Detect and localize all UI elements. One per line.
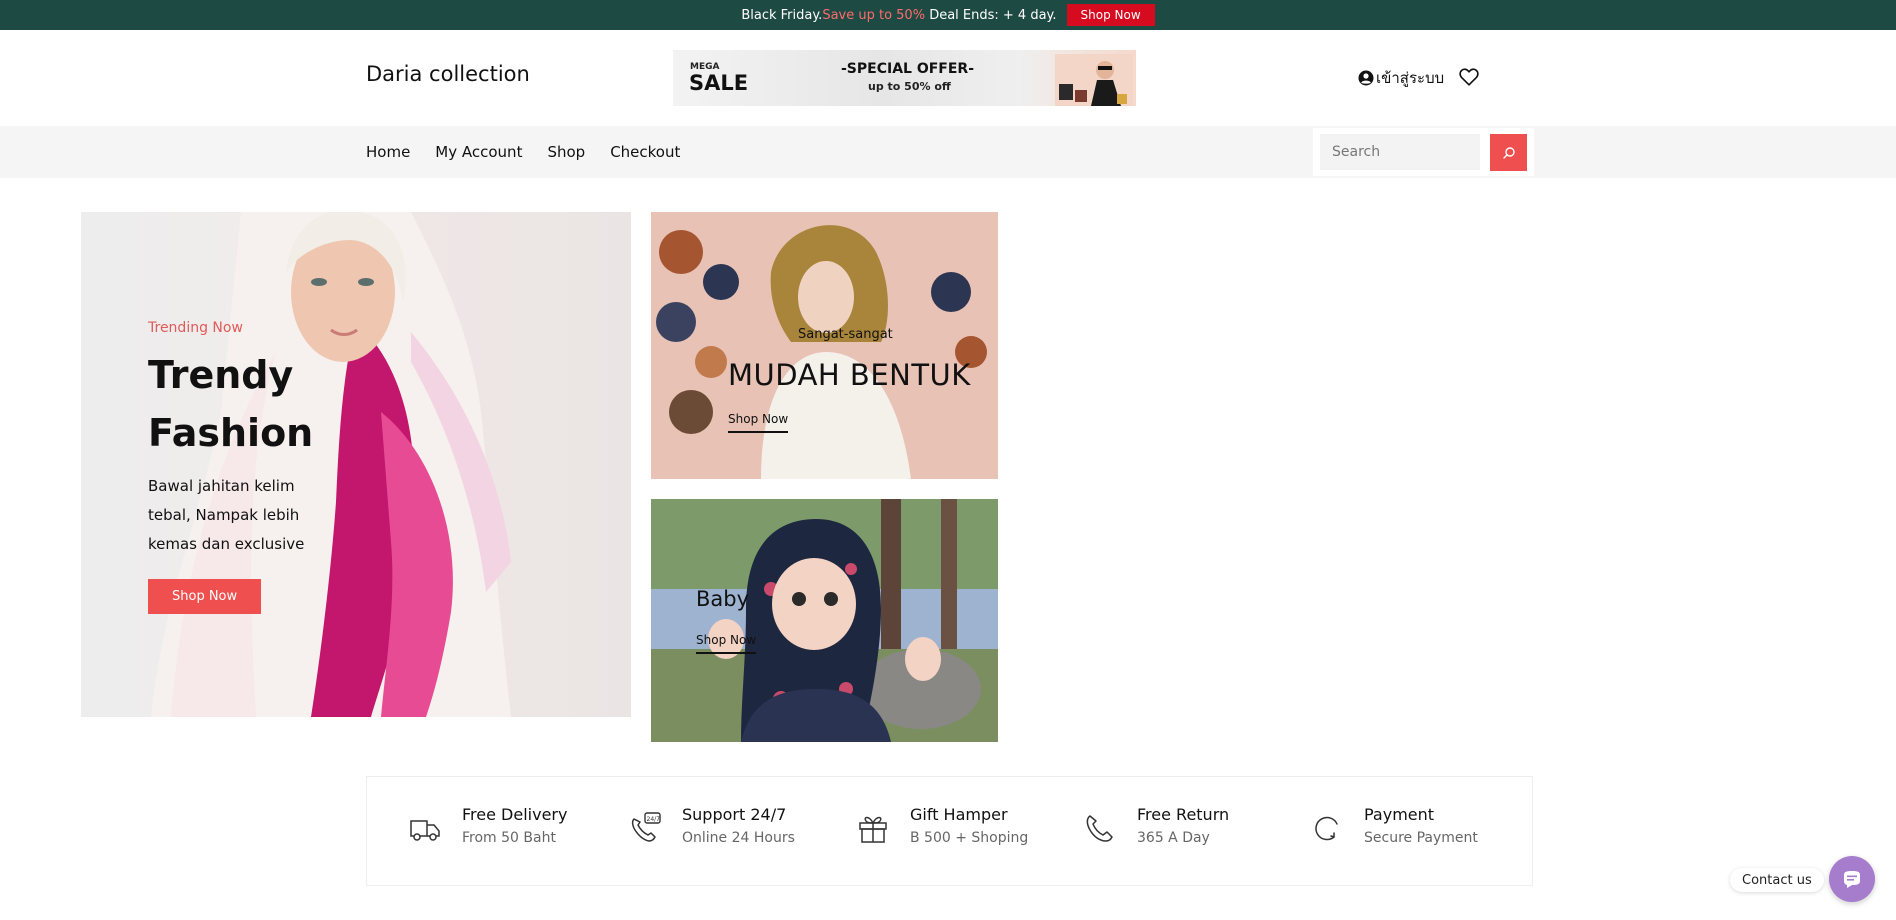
hero-title: Trendy Fashion (148, 353, 314, 455)
feature-subtitle: From 50 Baht (462, 830, 556, 846)
site-logo[interactable]: Daria collection (366, 62, 530, 86)
promo-sale: Save up to 50% (822, 7, 926, 23)
hero-tag: Trending Now (148, 320, 243, 336)
feature-support: 24/7 Support 24/7 Online 24 Hours (628, 805, 795, 846)
contact-chat-button[interactable] (1829, 856, 1875, 902)
contact-us-label[interactable]: Contact us (1730, 868, 1824, 892)
feature-title: Gift Hamper (910, 805, 1008, 824)
support-phone-icon: 24/7 (631, 812, 661, 842)
hero-text-block: Trending Now Trendy Fashion Bawal jahita… (148, 320, 348, 614)
feature-free-delivery: Free Delivery From 50 Baht (408, 805, 567, 846)
search-form (1313, 128, 1534, 176)
promo-shop-now-button[interactable]: Shop Now (1066, 4, 1155, 26)
banner-offer: up to 50% off (868, 80, 951, 93)
feature-title: Payment (1364, 805, 1435, 824)
banner-special-offer: -SPECIAL OFFER- (841, 61, 975, 77)
feature-title: Free Delivery (462, 805, 568, 824)
main-navigation: Home My Account Shop Checkout (0, 126, 1896, 178)
login-label: เข้าสู่ระบบ (1376, 69, 1445, 87)
hero-description: Bawal jahitan kelim tebal, Nampak lebih … (148, 477, 305, 553)
card-shop-now-link[interactable]: Shop Now (728, 412, 789, 433)
features-strip: Free Delivery From 50 Baht 24/7 Support … (366, 776, 1533, 886)
card-subtitle: Sangat-sangat (798, 327, 893, 342)
truck-icon (410, 820, 440, 841)
banner-sale: SALE (689, 71, 749, 95)
banner-model-image (1055, 54, 1133, 106)
hero-shop-now-button[interactable]: Shop Now (148, 579, 262, 614)
card-title: MUDAH BENTUK (728, 358, 971, 392)
card-title: Baby (696, 587, 750, 611)
search-input[interactable] (1320, 134, 1480, 170)
user-circle-icon (1358, 70, 1374, 86)
nav-item-home[interactable]: Home (366, 143, 410, 161)
search-button[interactable] (1490, 134, 1527, 171)
chat-icon (1844, 871, 1860, 888)
hero-banner: Trending Now Trendy Fashion Bawal jahita… (81, 212, 631, 717)
search-icon (1502, 146, 1515, 159)
promo-card-mudah-bentuk[interactable]: Sangat-sangat MUDAH BENTUK Shop Now (651, 212, 998, 479)
card-shop-now-link[interactable]: Shop Now (696, 633, 757, 654)
mega-sale-banner[interactable]: MEGA SALE -SPECIAL OFFER- up to 50% off (673, 50, 1136, 106)
refresh-icon (1315, 816, 1338, 841)
login-link[interactable]: เข้าสู่ระบบ (1358, 66, 1444, 90)
feature-payment: Payment Secure Payment (1310, 805, 1478, 846)
card-model-image (651, 212, 998, 479)
phone-icon (1086, 815, 1113, 842)
feature-subtitle: 365 A Day (1137, 830, 1210, 846)
nav-item-shop[interactable]: Shop (547, 143, 585, 161)
feature-subtitle: Secure Payment (1364, 830, 1478, 846)
gift-icon (859, 816, 887, 843)
promo-bar: Black Friday. Save up to 50% Deal Ends: +… (0, 0, 1896, 30)
promo-card-baby[interactable]: Baby Shop Now (651, 499, 998, 742)
wishlist-heart-icon[interactable] (1458, 66, 1480, 88)
feature-title: Support 24/7 (682, 805, 787, 824)
feature-subtitle: Online 24 Hours (682, 830, 795, 846)
feature-title: Free Return (1137, 805, 1230, 824)
promo-deal: Deal Ends: + 4 day. (925, 7, 1057, 23)
nav-item-my-account[interactable]: My Account (435, 143, 522, 161)
feature-subtitle: B 500 + Shoping (910, 830, 1029, 846)
feature-gift-hamper: Gift Hamper B 500 + Shoping (856, 805, 1028, 846)
svg-text:24/7: 24/7 (647, 816, 661, 823)
nav-item-checkout[interactable]: Checkout (610, 143, 680, 161)
feature-free-return: Free Return 365 A Day (1083, 805, 1229, 846)
nav-menu: Home My Account Shop Checkout (366, 143, 705, 161)
card-child-image (651, 499, 998, 742)
promo-lead: Black Friday. (741, 7, 823, 23)
